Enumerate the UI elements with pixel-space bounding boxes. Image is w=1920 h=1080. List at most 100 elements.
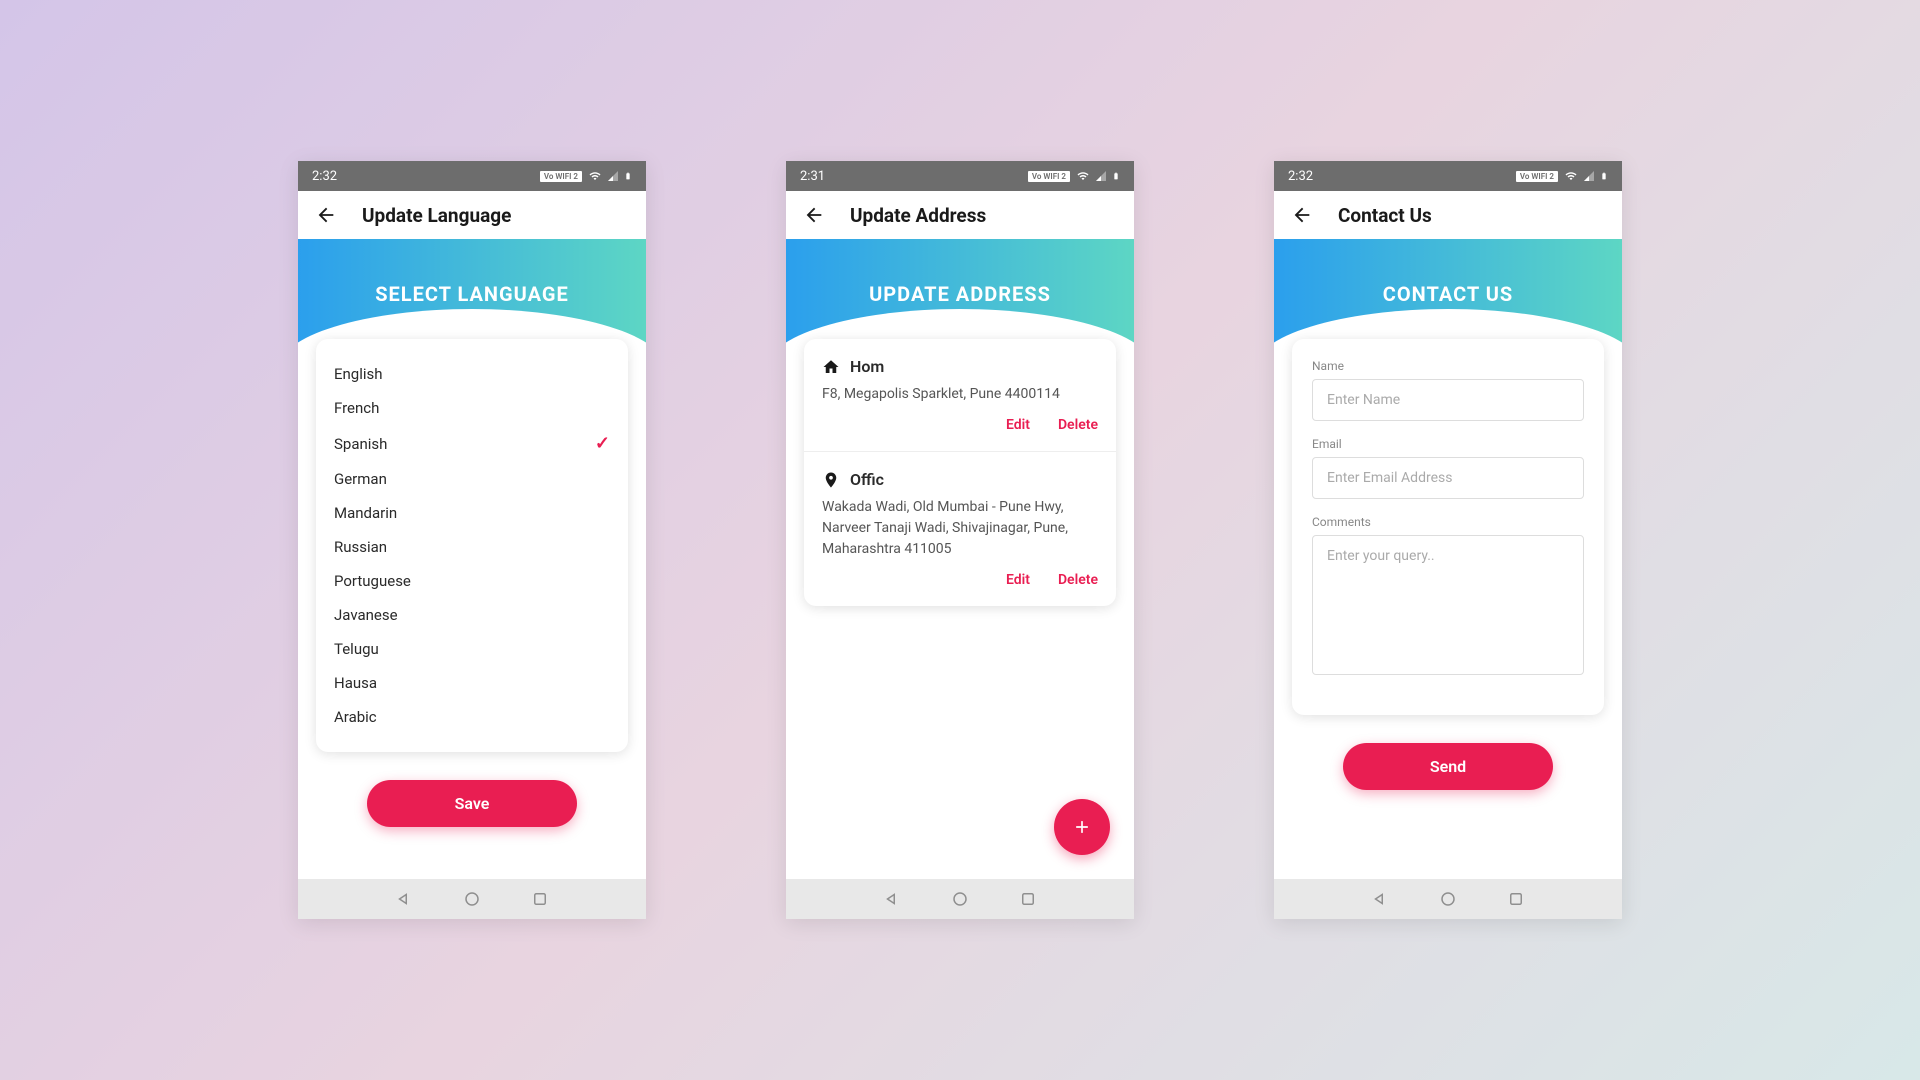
page-title: Update Address — [850, 204, 986, 227]
language-item-mandarin[interactable]: Mandarin — [334, 496, 610, 530]
location-icon — [822, 471, 840, 489]
language-item-javanese[interactable]: Javanese — [334, 598, 610, 632]
address-label: Hom — [850, 357, 884, 376]
nav-home-icon[interactable] — [463, 890, 481, 908]
address-actions: Edit Delete — [822, 572, 1098, 588]
email-input[interactable] — [1312, 457, 1584, 499]
address-item-office: Offic Wakada Wadi, Old Mumbai - Pune Hwy… — [804, 452, 1116, 606]
language-label: Portuguese — [334, 572, 411, 590]
page-title: Update Language — [362, 204, 511, 227]
language-label: English — [334, 365, 383, 383]
delete-button[interactable]: Delete — [1058, 417, 1098, 433]
language-label: German — [334, 470, 387, 488]
language-item-russian[interactable]: Russian — [334, 530, 610, 564]
app-bar: Contact Us — [1274, 191, 1622, 239]
phone-screen-address: 2:31 Vo WIFI 2 Update Address UPDATE ADD… — [786, 161, 1134, 919]
comments-input[interactable] — [1312, 535, 1584, 675]
comments-label: Comments — [1312, 515, 1584, 529]
address-header: Hom — [822, 357, 1098, 376]
edit-button[interactable]: Edit — [1006, 417, 1030, 433]
status-bar: 2:31 Vo WIFI 2 — [786, 161, 1134, 191]
phone-screen-contact: 2:32 Vo WIFI 2 Contact Us CONTACT US Nam… — [1274, 161, 1622, 919]
language-label: Arabic — [334, 708, 377, 726]
nav-recent-icon[interactable] — [1507, 890, 1525, 908]
wifi-label: Vo WIFI 2 — [1028, 171, 1070, 182]
back-button[interactable] — [314, 203, 338, 227]
nav-home-icon[interactable] — [1439, 890, 1457, 908]
address-text: Wakada Wadi, Old Mumbai - Pune Hwy, Narv… — [822, 497, 1098, 560]
nav-bar — [298, 879, 646, 919]
app-bar: Update Language — [298, 191, 646, 239]
language-label: Hausa — [334, 674, 377, 692]
app-bar: Update Address — [786, 191, 1134, 239]
content: CONTACT US Name Email Comments Send — [1274, 239, 1622, 879]
language-item-telugu[interactable]: Telugu — [334, 632, 610, 666]
nav-recent-icon[interactable] — [1019, 890, 1037, 908]
content: SELECT LANGUAGE English French Spanish✓ … — [298, 239, 646, 879]
status-time: 2:32 — [1288, 169, 1313, 184]
arrow-left-icon — [315, 204, 337, 226]
nav-back-icon[interactable] — [1371, 890, 1389, 908]
language-item-german[interactable]: German — [334, 462, 610, 496]
header-title: CONTACT US — [1383, 282, 1513, 306]
nav-bar — [786, 879, 1134, 919]
header-title: UPDATE ADDRESS — [869, 282, 1051, 306]
battery-icon — [1112, 169, 1120, 183]
check-icon: ✓ — [595, 433, 610, 454]
wifi-icon — [1564, 170, 1578, 182]
status-bar: 2:32 Vo WIFI 2 — [298, 161, 646, 191]
edit-button[interactable]: Edit — [1006, 572, 1030, 588]
send-button[interactable]: Send — [1343, 743, 1553, 790]
plus-icon — [1072, 817, 1092, 837]
email-label: Email — [1312, 437, 1584, 451]
header-title: SELECT LANGUAGE — [375, 282, 569, 306]
language-item-spanish[interactable]: Spanish ✓ — [334, 425, 610, 462]
language-label: Mandarin — [334, 504, 397, 522]
status-time: 2:31 — [800, 169, 825, 184]
battery-icon — [624, 169, 632, 183]
language-label: Telugu — [334, 640, 379, 658]
language-item-hausa[interactable]: Hausa — [334, 666, 610, 700]
status-icons — [588, 169, 632, 183]
nav-back-icon[interactable] — [883, 890, 901, 908]
page-title: Contact Us — [1338, 204, 1432, 227]
nav-back-icon[interactable] — [395, 890, 413, 908]
language-item-arabic[interactable]: Arabic — [334, 700, 610, 734]
name-label: Name — [1312, 359, 1584, 373]
arrow-left-icon — [803, 204, 825, 226]
address-label: Offic — [850, 470, 884, 489]
status-right: Vo WIFI 2 — [540, 169, 632, 183]
language-label: Javanese — [334, 606, 398, 624]
home-icon — [822, 358, 840, 376]
address-item-home: Hom F8, Megapolis Sparklet, Pune 4400114… — [804, 339, 1116, 452]
nav-home-icon[interactable] — [951, 890, 969, 908]
name-input[interactable] — [1312, 379, 1584, 421]
address-card: Hom F8, Megapolis Sparklet, Pune 4400114… — [804, 339, 1116, 606]
back-button[interactable] — [1290, 203, 1314, 227]
language-item-portuguese[interactable]: Portuguese — [334, 564, 610, 598]
address-actions: Edit Delete — [822, 417, 1098, 433]
language-item-french[interactable]: French — [334, 391, 610, 425]
save-button[interactable]: Save — [367, 780, 577, 827]
wifi-label: Vo WIFI 2 — [540, 171, 582, 182]
wifi-icon — [1076, 170, 1090, 182]
nav-recent-icon[interactable] — [531, 890, 549, 908]
address-header: Offic — [822, 470, 1098, 489]
language-label: Spanish — [334, 435, 387, 453]
content: UPDATE ADDRESS Hom F8, Megapolis Sparkle… — [786, 239, 1134, 879]
delete-button[interactable]: Delete — [1058, 572, 1098, 588]
address-text: F8, Megapolis Sparklet, Pune 4400114 — [822, 384, 1098, 405]
language-item-english[interactable]: English — [334, 357, 610, 391]
back-button[interactable] — [802, 203, 826, 227]
signal-icon — [1094, 170, 1108, 182]
signal-icon — [1582, 170, 1596, 182]
wifi-label: Vo WIFI 2 — [1516, 171, 1558, 182]
add-address-fab[interactable] — [1054, 799, 1110, 855]
status-right: Vo WIFI 2 — [1516, 169, 1608, 183]
language-label: Russian — [334, 538, 387, 556]
wifi-icon — [588, 170, 602, 182]
language-label: French — [334, 399, 379, 417]
status-right: Vo WIFI 2 — [1028, 169, 1120, 183]
status-icons — [1564, 169, 1608, 183]
arrow-left-icon — [1291, 204, 1313, 226]
